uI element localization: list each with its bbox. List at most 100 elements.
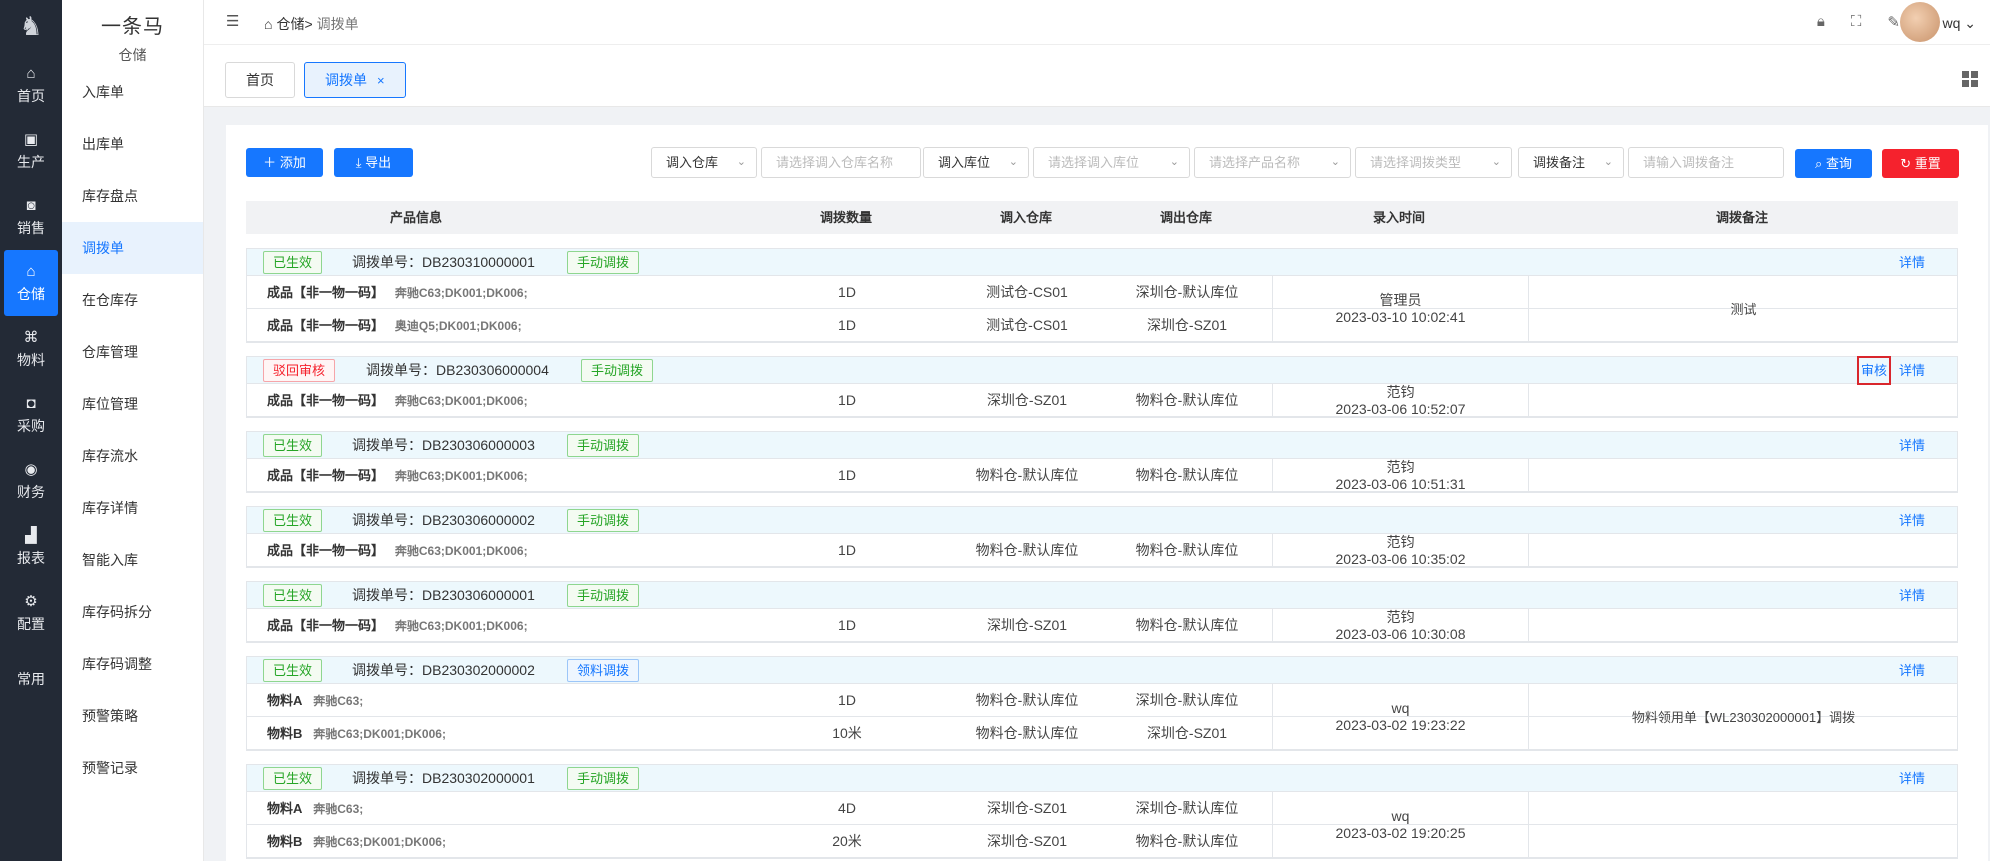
- order-number: 调拨单号：DB230306000004: [366, 357, 549, 384]
- sidebar-item-0[interactable]: 入库单: [62, 66, 203, 118]
- transfer-order: 已生效 调拨单号：DB230306000002 手动调拨 详情 成品【非一物一码】 奔驰…: [246, 506, 1958, 568]
- transfer-qty: 1D: [838, 284, 856, 300]
- detail-link[interactable]: 详情: [1899, 765, 1925, 792]
- clear-cache-icon[interactable]: ✎: [1887, 13, 1900, 31]
- sidebar-item-5[interactable]: 仓库管理: [62, 326, 203, 378]
- entry-time: 2023-03-10 10:02:41: [1335, 309, 1466, 325]
- order-body: 物料A 奔驰C63; 4D 深圳仓-SZ01 深圳仓-默认库位 物料B 奔驰C63;DK…: [247, 792, 1957, 858]
- sidebar-item-10[interactable]: 库存码拆分: [62, 586, 203, 638]
- order-header: 已生效 调拨单号：DB230302000001 手动调拨 详情: [247, 765, 1957, 792]
- out-warehouse: 深圳仓-SZ01: [1146, 317, 1228, 333]
- order-no: DB230302000002: [422, 662, 535, 678]
- detail-link[interactable]: 详情: [1899, 432, 1925, 459]
- sidebar-item-1[interactable]: 出库单: [62, 118, 203, 170]
- export-button[interactable]: ⤓ 导出: [334, 148, 413, 177]
- order-header: 已生效 调拨单号：DB230306000002 手动调拨 详情: [247, 507, 1957, 534]
- sidebar-item-12[interactable]: 预警策略: [62, 690, 203, 742]
- reset-button[interactable]: ↻ 重置: [1882, 149, 1959, 178]
- top-header: ☰ ⌂ 仓储> 调拨单 🔒︎ ⛶ ✎ wq ⌄: [204, 0, 1990, 45]
- in-warehouse-input[interactable]: 请选择调入仓库名称: [761, 147, 921, 178]
- product-type: 成品【非一物一码】: [267, 285, 385, 300]
- placeholder: 请选择调拨类型: [1370, 155, 1462, 170]
- sidebar-item-11[interactable]: 库存码调整: [62, 638, 203, 690]
- remark-field-select[interactable]: 调拨备注 ⌄: [1518, 147, 1624, 178]
- rail-item-8[interactable]: ⚙ 配置: [0, 580, 62, 646]
- header-tools: 🔒︎ ⛶ ✎: [1817, 13, 1900, 31]
- audit-button[interactable]: 审核: [1857, 356, 1891, 385]
- transfer-qty: 10米: [832, 725, 862, 741]
- detail-link[interactable]: 详情: [1899, 249, 1925, 276]
- add-button[interactable]: ＋ 添加: [246, 148, 323, 177]
- in-warehouse: 深圳仓-SZ01: [986, 800, 1068, 816]
- sidebar-item-8[interactable]: 库存详情: [62, 482, 203, 534]
- fold-menu-icon[interactable]: ☰: [226, 12, 239, 30]
- rail-item-0[interactable]: ⌂ 首页: [0, 52, 62, 118]
- add-label: 添加: [279, 155, 306, 170]
- in-location-select[interactable]: 请选择调入库位 ⌄: [1033, 147, 1190, 178]
- sidebar-item-2[interactable]: 库存盘点: [62, 170, 203, 222]
- rail-item-2[interactable]: ◙ 销售: [0, 184, 62, 250]
- transfer-type-badge: 手动调拨: [567, 584, 640, 607]
- entry-time: 2023-03-06 10:52:07: [1335, 400, 1466, 417]
- transfer-remark: 物料领用单【WL230302000001】调拨: [1528, 684, 1958, 750]
- user-menu[interactable]: wq ⌄: [1942, 15, 1976, 32]
- detail-link[interactable]: 详情: [1899, 582, 1925, 609]
- status-badge: 已生效: [263, 251, 323, 274]
- search-button[interactable]: ⌕ 查询: [1795, 149, 1872, 178]
- breadcrumb-root[interactable]: 仓储>: [276, 14, 312, 34]
- in-warehouse: 深圳仓-SZ01: [986, 617, 1068, 633]
- export-label: 导出: [365, 155, 392, 170]
- transfer-qty: 1D: [838, 392, 856, 408]
- status-badge: 已生效: [263, 659, 323, 682]
- detail-link[interactable]: 详情: [1899, 657, 1925, 684]
- content-card: ＋ 添加 ⤓ 导出 调入仓库 ⌄ 请选择调入仓库名称 调入库位 ⌄ 请选择调入库位 ⌄…: [226, 125, 1988, 861]
- entry-user: wq: [1391, 808, 1410, 824]
- main-nav-rail: ♞ ⌂ 首页 ▣ 生产 ◙ 销售 ⌂ 仓储 ⌘ 物料 ◘ 采购 ◉ 财务 ▟ 报表 ⚙ 配置 常用: [0, 0, 62, 861]
- transfer-type-select[interactable]: 请选择调拨类型 ⌄: [1355, 147, 1512, 178]
- detail-link[interactable]: 详情: [1899, 507, 1925, 534]
- transfer-remark: 测试: [1528, 276, 1958, 342]
- tab-transfer[interactable]: 调拨单 ×: [304, 62, 406, 98]
- rail-item-4[interactable]: ⌘ 物料: [0, 316, 62, 382]
- col-entry-time: 录入时间: [1372, 210, 1425, 225]
- rail-item-3[interactable]: ⌂ 仓储: [4, 250, 58, 316]
- chevron-down-icon: ⌄: [1491, 156, 1501, 168]
- tab-home[interactable]: 首页: [225, 62, 295, 98]
- order-number: 调拨单号：DB230306000003: [352, 432, 535, 459]
- lock-icon[interactable]: 🔒︎: [1817, 13, 1825, 31]
- product-type: 物料A: [267, 801, 303, 816]
- sidebar-item-9[interactable]: 智能入库: [62, 534, 203, 586]
- select-value: 调入库位: [938, 155, 991, 170]
- transfer-qty: 1D: [838, 317, 856, 333]
- config-icon: ⚙: [24, 592, 38, 610]
- report-icon: ▟: [25, 526, 37, 544]
- in-warehouse-field-select[interactable]: 调入仓库 ⌄: [651, 147, 757, 178]
- rail-item-9[interactable]: 常用: [0, 646, 62, 712]
- entry-time-cell: wq 2023-03-02 19:20:25: [1272, 792, 1528, 858]
- sidebar-item-7[interactable]: 库存流水: [62, 430, 203, 482]
- close-icon[interactable]: ×: [377, 73, 385, 88]
- rail-item-6[interactable]: ◉ 财务: [0, 448, 62, 514]
- product-info: 成品【非一物一码】 奔驰C63;DK001;DK006;: [267, 384, 528, 418]
- transfer-qty: 4D: [838, 800, 856, 816]
- sidebar-item-6[interactable]: 库位管理: [62, 378, 203, 430]
- remark-input[interactable]: 请输入调拨备注: [1628, 147, 1784, 178]
- rail-item-5[interactable]: ◘ 采购: [0, 382, 62, 448]
- product-select[interactable]: 请选择产品名称 ⌄: [1194, 147, 1351, 178]
- in-location-field-select[interactable]: 调入库位 ⌄: [923, 147, 1029, 178]
- purchase-icon: ◘: [26, 394, 36, 412]
- rail-item-1[interactable]: ▣ 生产: [0, 118, 62, 184]
- order-number: 调拨单号：DB230302000001: [352, 765, 535, 792]
- avatar[interactable]: [1900, 2, 1940, 42]
- sidebar-item-4[interactable]: 在仓库存: [62, 274, 203, 326]
- detail-link[interactable]: 详情: [1899, 357, 1925, 384]
- sidebar-item-13[interactable]: 预警记录: [62, 742, 203, 794]
- sidebar-item-3[interactable]: 调拨单: [62, 222, 203, 274]
- product-type: 成品【非一物一码】: [267, 468, 385, 483]
- entry-time-cell: 管理员 2023-03-10 10:02:41: [1272, 276, 1528, 342]
- fullscreen-icon[interactable]: ⛶: [1851, 13, 1862, 31]
- entry-time-cell: 范钧 2023-03-06 10:52:07: [1272, 384, 1528, 417]
- rail-item-7[interactable]: ▟ 报表: [0, 514, 62, 580]
- grid-icon[interactable]: [1962, 71, 1978, 87]
- order-header: 已生效 调拨单号：DB230310000001 手动调拨 详情: [247, 249, 1957, 276]
